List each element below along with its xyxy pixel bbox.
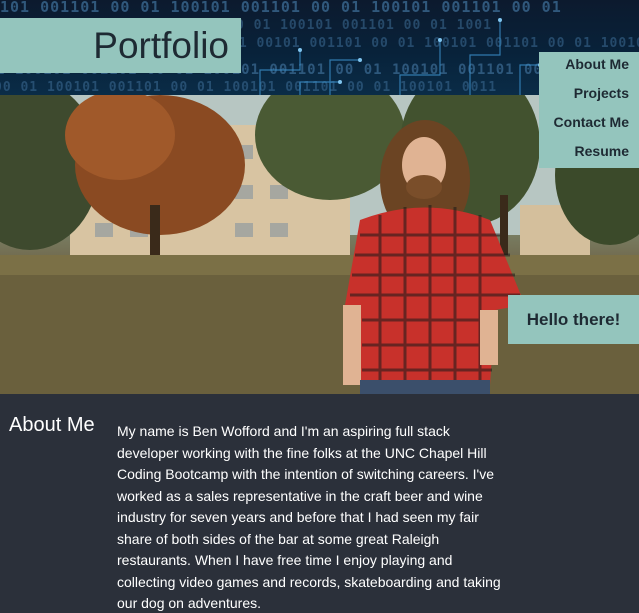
nav-link-resume[interactable]: Resume: [539, 139, 639, 168]
about-paragraph: My name is Ben Wofford and I'm an aspiri…: [117, 423, 501, 611]
nav-link-projects[interactable]: Projects: [539, 81, 639, 110]
about-section: About Me My name is Ben Wofford and I'm …: [0, 394, 639, 613]
hello-banner: Hello there!: [508, 295, 639, 344]
about-heading: About Me: [9, 414, 95, 436]
main-nav: About Me Projects Contact Me Resume: [539, 52, 639, 168]
nav-link-contact-me[interactable]: Contact Me: [539, 110, 639, 139]
nav-link-about-me[interactable]: About Me: [539, 52, 639, 81]
site-title: Portfolio: [0, 18, 241, 73]
